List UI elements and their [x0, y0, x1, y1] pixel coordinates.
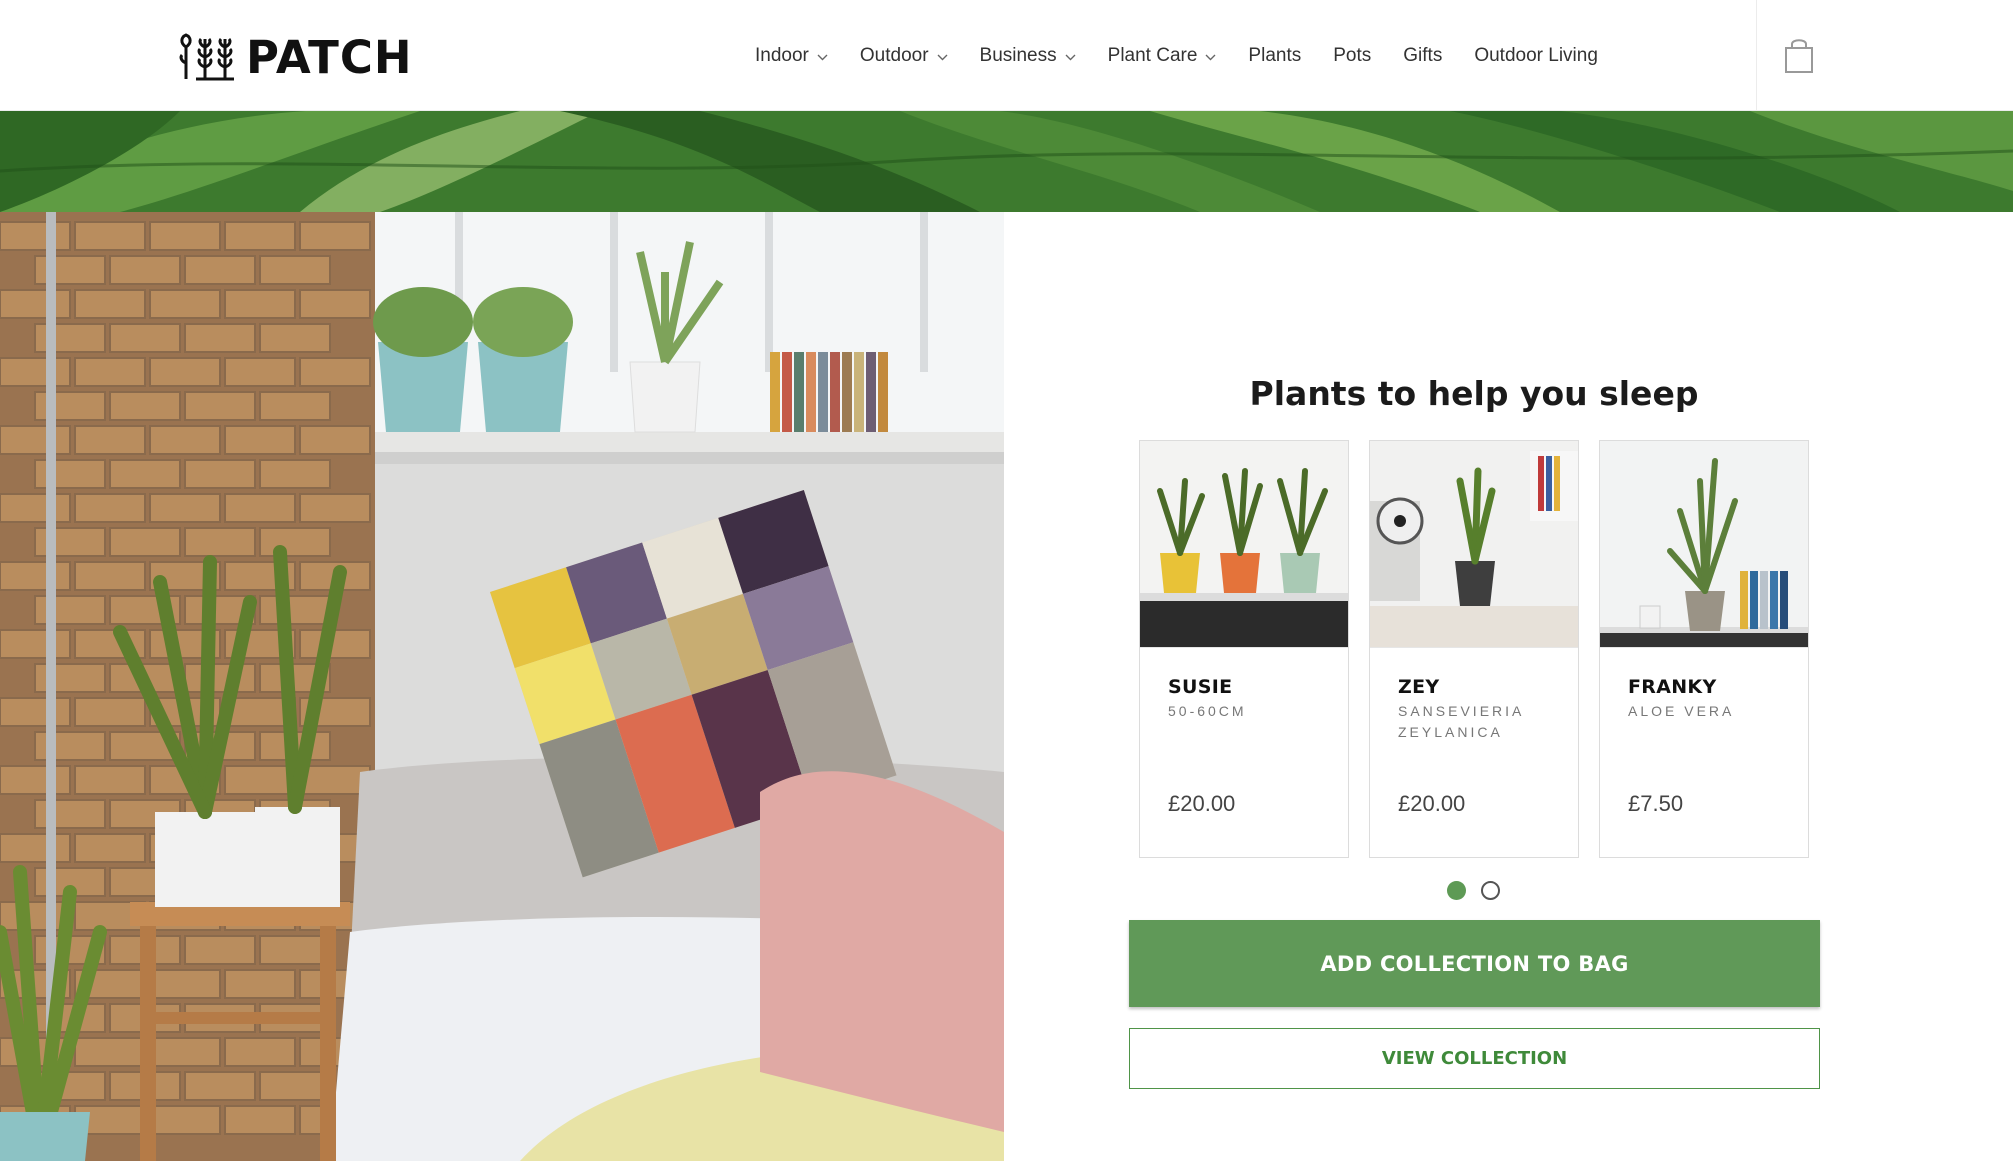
product-image	[1370, 441, 1578, 648]
chevron-down-icon	[1205, 45, 1216, 67]
add-collection-to-bag-button[interactable]: ADD COLLECTION TO BAG	[1129, 920, 1820, 1007]
product-price: £20.00	[1168, 791, 1236, 816]
chevron-down-icon	[937, 45, 948, 67]
nav-item-label: Plants	[1248, 44, 1302, 66]
nav-item-label: Business	[979, 44, 1057, 66]
brand-name: PATCH	[246, 30, 413, 84]
view-collection-button[interactable]: VIEW COLLECTION	[1129, 1028, 1820, 1089]
nav-item-gifts[interactable]: Gifts	[1403, 45, 1442, 67]
nav-item-label: Outdoor	[859, 44, 929, 66]
main-nav: Indoor Outdoor Business Plant Care Plant…	[755, 0, 1598, 111]
header-divider	[1756, 0, 1757, 111]
nav-item-label: Indoor	[755, 44, 809, 66]
nav-item-business[interactable]: Business	[980, 45, 1076, 67]
product-price: £7.50	[1628, 791, 1684, 816]
product-subtitle: 50-60CM	[1168, 703, 1247, 719]
leaf-banner	[0, 111, 2013, 212]
carousel-dot-1[interactable]	[1447, 881, 1466, 900]
product-subtitle: ALOE VERA	[1628, 703, 1735, 719]
collection-title: Plants to help you sleep	[1249, 374, 1699, 413]
nav-item-label: Outdoor Living	[1474, 44, 1598, 66]
product-name: SUSIE	[1168, 676, 1233, 698]
product-image	[1600, 441, 1808, 648]
nav-item-plants[interactable]: Plants	[1248, 45, 1301, 67]
nav-item-outdoor[interactable]: Outdoor	[860, 45, 948, 67]
nav-item-outdoor-living[interactable]: Outdoor Living	[1474, 45, 1598, 67]
nav-item-indoor[interactable]: Indoor	[755, 45, 828, 67]
nav-item-label: Plant Care	[1107, 44, 1198, 66]
carousel-dot-2[interactable]	[1481, 881, 1500, 900]
product-price: £20.00	[1398, 791, 1466, 816]
product-image	[1140, 441, 1348, 648]
shopping-bag-icon[interactable]	[1784, 36, 1814, 74]
nav-item-label: Pots	[1333, 44, 1372, 66]
product-card-susie[interactable]: SUSIE 50-60CM £20.00	[1139, 440, 1349, 858]
product-card-zey[interactable]: ZEY SANSEVIERIA ZEYLANICA £20.00	[1369, 440, 1579, 858]
nav-item-label: Gifts	[1403, 44, 1443, 66]
bedroom-hero-image	[0, 212, 1004, 1161]
carousel-pagination	[1447, 881, 1515, 900]
chevron-down-icon	[817, 45, 828, 67]
product-name: FRANKY	[1628, 676, 1717, 698]
brand-logo[interactable]: PATCH	[178, 32, 413, 82]
nav-item-plant-care[interactable]: Plant Care	[1108, 45, 1217, 67]
nav-item-pots[interactable]: Pots	[1333, 45, 1371, 67]
chevron-down-icon	[1065, 45, 1076, 67]
plant-trio-logo-icon	[179, 33, 234, 81]
product-carousel: SUSIE 50-60CM £20.00 ZEY SANSEVIERIA ZEY…	[1139, 440, 1811, 858]
product-name: ZEY	[1398, 676, 1440, 698]
product-subtitle: SANSEVIERIA ZEYLANICA	[1398, 703, 1524, 740]
site-header: PATCH Indoor Outdoor Business Plant Care…	[0, 0, 2013, 111]
product-card-franky[interactable]: FRANKY ALOE VERA £7.50	[1599, 440, 1809, 858]
